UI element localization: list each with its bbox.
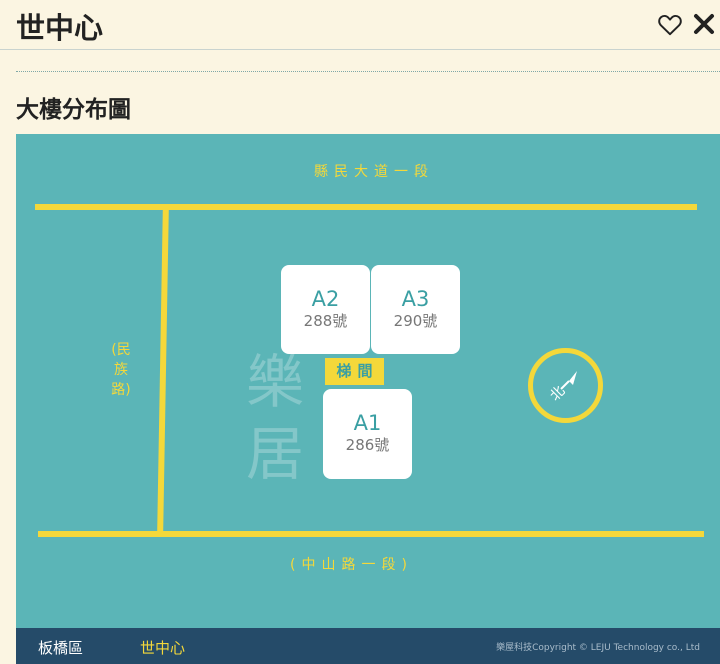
building-a3[interactable]: A3 290號 xyxy=(371,265,460,354)
compass: 北 xyxy=(528,348,603,423)
road-label-bottom: (中山路一段) xyxy=(290,557,413,573)
building-code: A3 xyxy=(401,287,430,311)
north-arrow-icon xyxy=(560,371,577,390)
road-bottom xyxy=(38,531,704,537)
footer-bar: 板橋區 世中心 樂屋科技Copyright © LEJU Technology … xyxy=(16,628,720,664)
building-number: 286號 xyxy=(345,436,390,454)
breadcrumb-building[interactable]: 世中心 xyxy=(140,637,185,658)
heart-icon[interactable] xyxy=(657,12,683,38)
building-code: A2 xyxy=(311,287,340,311)
copyright-text: 樂屋科技Copyright © LEJU Technology co., Ltd xyxy=(496,643,700,653)
building-a2[interactable]: A2 288號 xyxy=(281,265,370,354)
road-label-top: 縣民大道一段 xyxy=(314,164,434,180)
road-left xyxy=(157,208,169,532)
close-icon[interactable] xyxy=(692,12,718,38)
road-top xyxy=(35,204,697,210)
building-code: A1 xyxy=(353,411,382,435)
section-title: 大樓分布圖 xyxy=(16,97,131,123)
building-number: 288號 xyxy=(303,312,348,330)
building-a1[interactable]: A1 286號 xyxy=(323,389,412,479)
building-number: 290號 xyxy=(393,312,438,330)
breadcrumb-district[interactable]: 板橋區 xyxy=(38,637,83,658)
header-bar: 世中心 xyxy=(0,0,720,50)
page-title: 世中心 xyxy=(16,11,104,45)
building-map: 縣民大道一段 (民族路) (中山路一段) 樂居 A2 288號 A3 290號 … xyxy=(16,134,720,628)
stairwell-label: 梯間 xyxy=(325,358,384,385)
road-label-left: (民族路) xyxy=(111,342,131,398)
divider xyxy=(16,71,720,72)
